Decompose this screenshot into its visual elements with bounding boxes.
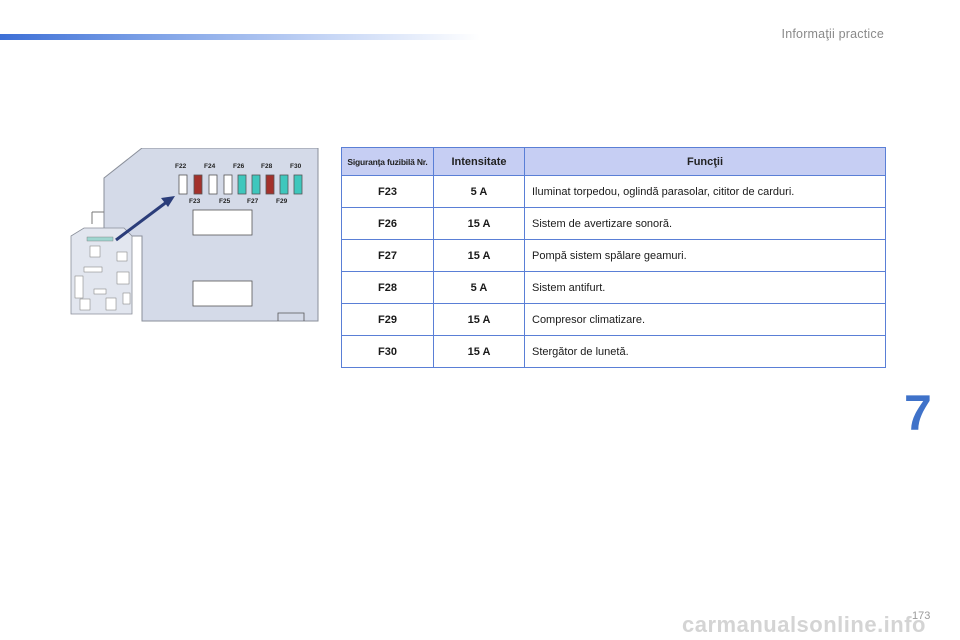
fuse-number-cell: F23 xyxy=(341,175,434,208)
column-header-intensity: Intensitate xyxy=(433,147,525,176)
fuse-number-cell: F29 xyxy=(341,303,434,336)
fuse-number-cell: F30 xyxy=(341,335,434,368)
fuse-box-diagram: F22 F24 F26 F28 F30 F23 F25 F27 F29 xyxy=(70,148,319,322)
fuse-label-bottom: F25 xyxy=(219,198,231,205)
fuse-number-cell: F28 xyxy=(341,271,434,304)
fuse-label-top: F28 xyxy=(261,163,273,170)
function-cell: Sistem antifurt. xyxy=(524,271,886,304)
function-cell: Sistem de avertizare sonoră. xyxy=(524,207,886,240)
relay-block xyxy=(192,209,253,236)
section-title: Informaţii practice xyxy=(781,27,884,41)
function-cell: Iluminat torpedou, oglindă parasolar, ci… xyxy=(524,175,886,208)
function-cell: Compresor climatizare. xyxy=(524,303,886,336)
fuse-label-top: F22 xyxy=(175,163,187,170)
intensity-cell: 15 A xyxy=(433,207,525,240)
intensity-cell: 15 A xyxy=(433,239,525,272)
fuse-table: Siguranţa fuzibilă Nr. Intensitate Funcţ… xyxy=(341,147,886,368)
relay-block xyxy=(192,280,253,307)
fuse-label-top: F30 xyxy=(290,163,302,170)
function-cell: Pompă sistem spălare geamuri. xyxy=(524,239,886,272)
fuse-label-top: F26 xyxy=(233,163,245,170)
column-header-fuse-number: Siguranţa fuzibilă Nr. xyxy=(341,147,434,176)
fuse-label-top: F24 xyxy=(204,163,216,170)
intensity-cell: 5 A xyxy=(433,175,525,208)
fuse-label-bottom: F27 xyxy=(247,198,259,205)
column-header-functions: Funcţii xyxy=(524,147,886,176)
table-row: F29 15 A Compresor climatizare. xyxy=(341,303,886,336)
table-row: F23 5 A Iluminat torpedou, oglindă paras… xyxy=(341,175,886,208)
page-number: 173 xyxy=(912,610,931,622)
table-row: F30 15 A Stergător de lunetă. xyxy=(341,335,886,368)
fuse-row xyxy=(178,174,303,195)
table-row: F28 5 A Sistem antifurt. xyxy=(341,271,886,304)
intensity-cell: 15 A xyxy=(433,303,525,336)
intensity-cell: 5 A xyxy=(433,271,525,304)
table-row: F27 15 A Pompă sistem spălare geamuri. xyxy=(341,239,886,272)
table-header-row: Siguranţa fuzibilă Nr. Intensitate Funcţ… xyxy=(341,147,886,176)
function-cell: Stergător de lunetă. xyxy=(524,335,886,368)
fuse-label-bottom: F23 xyxy=(189,198,201,205)
watermark-text: carmanualsonline.info xyxy=(682,612,926,637)
fuse-label-bottom: F29 xyxy=(276,198,288,205)
fuse-number-cell: F26 xyxy=(341,207,434,240)
chapter-number: 7 xyxy=(904,385,932,441)
fuse-box-overview xyxy=(70,227,133,315)
fuse-number-cell: F27 xyxy=(341,239,434,272)
table-row: F26 15 A Sistem de avertizare sonoră. xyxy=(341,207,886,240)
header-accent-bar xyxy=(0,34,480,40)
intensity-cell: 15 A xyxy=(433,335,525,368)
